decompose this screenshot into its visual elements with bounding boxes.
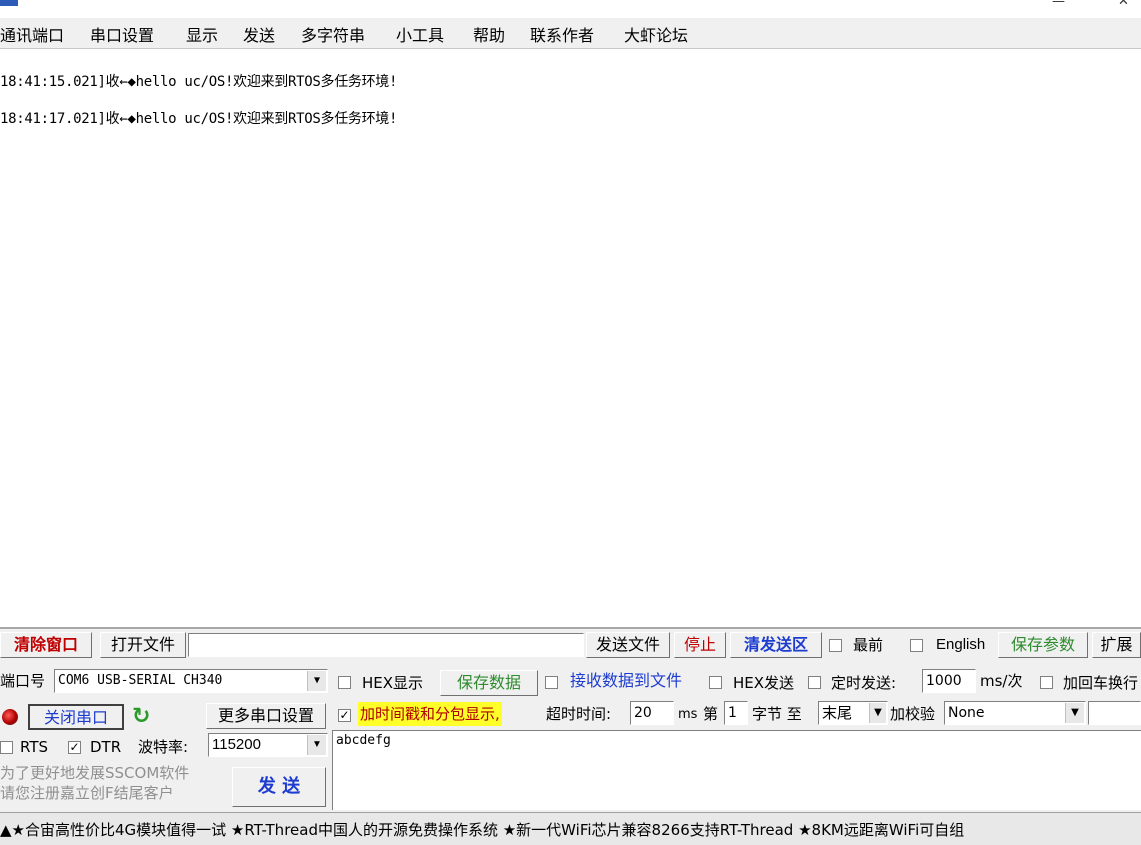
english-label: English — [936, 636, 986, 653]
menu-display[interactable]: 显示 — [186, 22, 218, 46]
send-text-area[interactable]: abcdefg — [332, 730, 1141, 810]
timeout-input[interactable]: 20 — [630, 701, 674, 725]
menu-comm-port[interactable]: 通讯端口 — [0, 22, 64, 46]
hex-display-checkbox[interactable] — [338, 676, 351, 689]
chevron-down-icon[interactable]: ▼ — [307, 671, 326, 691]
file-path-field[interactable] — [188, 633, 584, 657]
menu-forum[interactable]: 大虾论坛 — [624, 22, 688, 46]
add-crlf-label: 加回车换行 — [1063, 674, 1139, 692]
save-data-button[interactable]: 保存数据 — [440, 670, 538, 696]
timed-send-label: 定时发送: — [831, 674, 897, 692]
rx-line: 18:41:17.021]收←◆hello uc/OS!欢迎来到RTOS多任务环… — [0, 111, 398, 127]
timeout-label: 超时时间: — [546, 705, 612, 723]
checksum-extra-field[interactable] — [1088, 701, 1141, 725]
checksum-label: 加校验 — [890, 705, 936, 723]
menu-tools[interactable]: 小工具 — [396, 22, 444, 46]
rx-line: 18:41:15.021]收←◆hello uc/OS!欢迎来到RTOS多任务环… — [0, 74, 398, 90]
title-bar: — ✕ — [0, 0, 1141, 18]
topmost-label: 最前 — [853, 636, 884, 654]
refresh-icon[interactable]: ↻ — [132, 704, 150, 729]
recv-to-file-label[interactable]: 接收数据到文件 — [570, 669, 682, 693]
minimize-icon[interactable]: — — [1052, 0, 1070, 9]
hex-send-label: HEX发送 — [733, 674, 795, 692]
port-value: COM6 USB-SERIAL CH340 — [58, 673, 223, 688]
recv-to-file-checkbox[interactable] — [545, 676, 558, 689]
menu-send[interactable]: 发送 — [243, 22, 275, 46]
interval-unit: ms/次 — [980, 672, 1023, 690]
menu-multi-string[interactable]: 多字符串 — [301, 22, 365, 46]
receive-area[interactable]: 18:41:15.021]收←◆hello uc/OS!欢迎来到RTOS多任务环… — [0, 49, 1141, 629]
timed-send-checkbox[interactable] — [808, 676, 821, 689]
chevron-down-icon[interactable]: ▼ — [1065, 703, 1084, 723]
byte-end-value: 末尾 — [822, 704, 853, 722]
chevron-down-icon[interactable]: ▼ — [869, 703, 886, 723]
promo-line-1: 为了更好地发展SSCOM软件 — [0, 764, 190, 782]
checksum-select[interactable]: None ▼ — [944, 701, 1086, 725]
rts-checkbox[interactable] — [0, 741, 13, 754]
save-params-button[interactable]: 保存参数 — [998, 632, 1088, 658]
port-label: 端口号 — [0, 672, 46, 690]
menu-bar: 通讯端口 串口设置 显示 发送 多字符串 小工具 帮助 联系作者 大虾论坛 — [0, 18, 1141, 49]
english-checkbox[interactable] — [910, 639, 923, 652]
status-bar: ▲★合宙高性价比4G模块值得一试 ★RT-Thread中国人的开源免费操作系统 … — [0, 812, 1141, 845]
byte-mid-label: 字节 至 — [752, 705, 802, 723]
checksum-value: None — [948, 705, 985, 721]
clear-send-button[interactable]: 清发送区 — [730, 632, 822, 658]
menu-contact-author[interactable]: 联系作者 — [530, 22, 594, 46]
baud-label: 波特率: — [138, 738, 189, 756]
stop-button[interactable]: 停止 — [674, 632, 726, 658]
add-crlf-checkbox[interactable] — [1040, 676, 1053, 689]
more-serial-settings-button[interactable]: 更多串口设置 — [206, 703, 326, 729]
close-port-button[interactable]: 关闭串口 — [28, 704, 124, 730]
menu-help[interactable]: 帮助 — [473, 22, 505, 46]
port-select[interactable]: COM6 USB-SERIAL CH340 ▼ — [54, 669, 328, 693]
topmost-checkbox[interactable] — [829, 639, 842, 652]
send-button[interactable]: 发 送 — [232, 767, 326, 807]
app-icon — [0, 0, 18, 6]
record-icon[interactable] — [2, 709, 18, 725]
baud-select[interactable]: 115200 ▼ — [208, 733, 328, 757]
baud-value: 115200 — [212, 736, 261, 753]
interval-input[interactable]: 1000 — [922, 669, 976, 693]
open-file-button[interactable]: 打开文件 — [100, 632, 186, 658]
status-ticker: ▲★合宙高性价比4G模块值得一试 ★RT-Thread中国人的开源免费操作系统 … — [0, 821, 965, 839]
chevron-down-icon[interactable]: ▼ — [307, 735, 326, 755]
hex-display-label: HEX显示 — [362, 674, 424, 692]
byte-index-input[interactable]: 1 — [724, 701, 748, 725]
clear-window-button[interactable]: 清除窗口 — [0, 632, 92, 658]
close-icon[interactable]: ✕ — [1118, 0, 1136, 9]
timestamp-checkbox[interactable]: ✓ — [338, 709, 351, 722]
expand-button[interactable]: 扩展 — [1092, 632, 1141, 658]
byte-end-select[interactable]: 末尾 ▼ — [818, 701, 888, 725]
byte-prefix: 第 — [703, 705, 719, 723]
hex-send-checkbox[interactable] — [709, 676, 722, 689]
timeout-unit: ms — [678, 707, 698, 722]
menu-serial-settings[interactable]: 串口设置 — [90, 22, 154, 46]
rts-label: RTS — [20, 738, 49, 756]
promo-line-2: 请您注册嘉立创F结尾客户 — [0, 784, 174, 802]
send-file-button[interactable]: 发送文件 — [586, 632, 670, 658]
dtr-checkbox[interactable]: ✓ — [68, 741, 81, 754]
dtr-label: DTR — [90, 738, 122, 756]
timestamp-label: 加时间戳和分包显示, — [358, 702, 502, 726]
